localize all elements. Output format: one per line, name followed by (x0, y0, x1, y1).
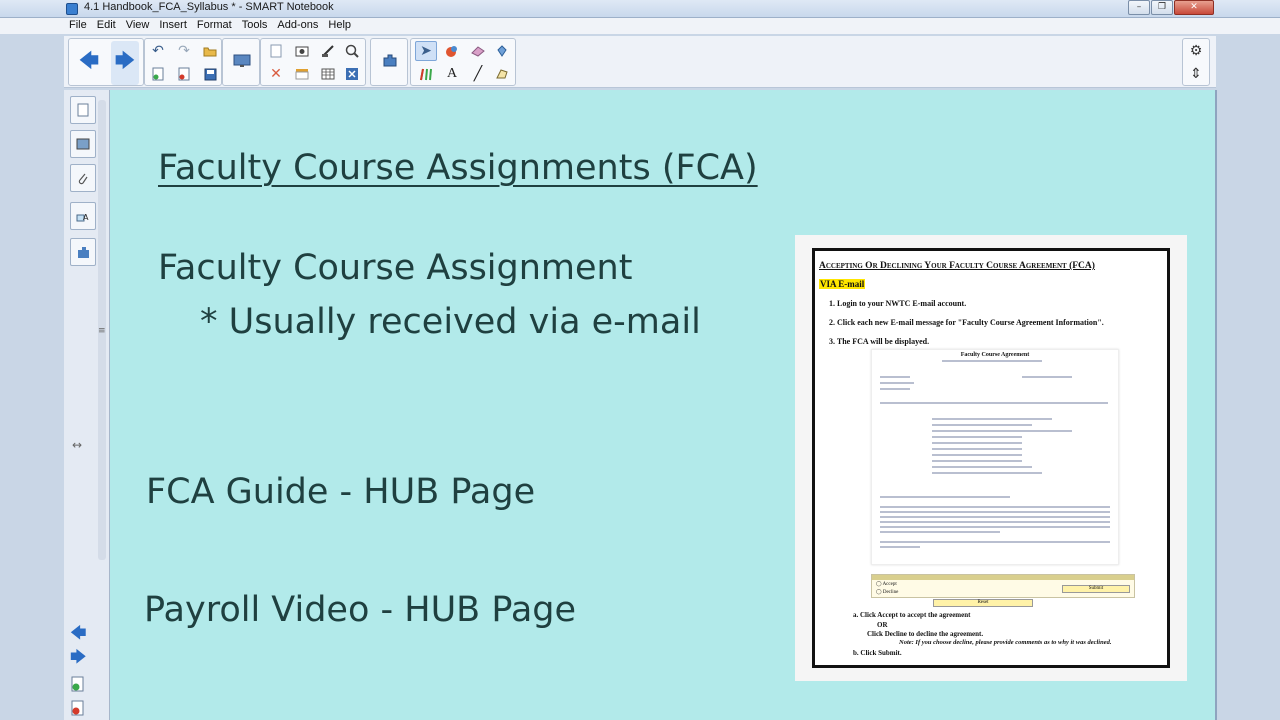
doc-fca-screenshot: Faculty Course Agreement (871, 349, 1119, 565)
slide-text-payroll-video[interactable]: Payroll Video - HUB Page (144, 590, 576, 630)
creative-pen-icon[interactable] (415, 64, 437, 84)
delete-page-icon[interactable] (173, 64, 195, 84)
resize-handle-icon[interactable]: ↔ (72, 438, 82, 452)
menu-tools[interactable]: Tools (242, 18, 268, 34)
previous-page-icon[interactable]: 🡄 (70, 622, 87, 649)
minimize-button[interactable]: – (1128, 0, 1150, 15)
addons-group (370, 38, 408, 86)
svg-text:A: A (83, 213, 89, 222)
doc-submit-button: Submit (1062, 585, 1130, 593)
add-page-small-icon[interactable] (71, 676, 85, 696)
pen-icon[interactable] (441, 41, 463, 61)
window-controls: – ❐ ✕ (1127, 0, 1214, 15)
next-page-icon[interactable]: 🡆 (70, 646, 87, 673)
line-icon[interactable]: ╱ (467, 64, 489, 84)
open-folder-icon[interactable] (199, 41, 221, 61)
settings-icon[interactable]: ⚙ (1185, 41, 1207, 61)
page-sorter-tab[interactable] (70, 96, 96, 124)
fill-icon[interactable] (491, 41, 513, 61)
close-box-icon[interactable] (341, 64, 363, 84)
edit-group: ↶ ↷ (144, 38, 222, 86)
table-icon[interactable] (317, 64, 339, 84)
doc-accept-option: ◯ Accept (876, 582, 897, 587)
notebook-page-canvas[interactable]: Faculty Course Assignments (FCA) Faculty… (110, 90, 1215, 720)
capture-icon[interactable] (291, 41, 313, 61)
doc-reset-button: Reset (933, 599, 1033, 607)
doc-decline-option: ◯ Decline (876, 590, 899, 595)
smart-notebook-icon (66, 3, 78, 15)
save-icon[interactable] (199, 64, 221, 84)
menu-addons[interactable]: Add-ons (277, 18, 318, 34)
menu-view[interactable]: View (126, 18, 150, 34)
properties-tab[interactable]: A (70, 202, 96, 230)
doc-note: Note: If you choose decline, please prov… (899, 639, 1112, 646)
select-icon[interactable]: ➤ (415, 41, 437, 61)
page-tools-group: ✕ (260, 38, 366, 86)
doc-step-a2: Click Decline to decline the agreement. (867, 630, 984, 638)
eraser-icon[interactable] (467, 41, 489, 61)
navigation-group: 🡄 🡆 (68, 38, 144, 86)
doc-form-box: ◯ Accept ◯ Decline Submit (871, 574, 1135, 598)
menu-edit[interactable]: Edit (97, 18, 116, 34)
screen-shade-icon[interactable] (317, 41, 339, 61)
undo-icon[interactable]: ↶ (147, 41, 169, 61)
add-page-icon[interactable] (265, 41, 287, 61)
text-icon[interactable]: A (441, 64, 463, 84)
slide-heading[interactable]: Faculty Course Assignments (FCA) (158, 148, 758, 188)
redo-icon[interactable]: ↷ (173, 41, 195, 61)
forward-arrow-icon[interactable]: 🡆 (111, 41, 139, 85)
back-arrow-icon[interactable]: 🡄 (75, 41, 103, 85)
embedded-document-image[interactable]: Accepting Or Declining Your Faculty Cour… (795, 235, 1187, 681)
screen-shade-icon-2[interactable] (291, 64, 313, 84)
doc-via-email: VIA E-mail (819, 279, 866, 289)
toolbar-options-group: ⚙ ⇕ (1182, 38, 1210, 86)
screen-display-icon[interactable] (231, 51, 253, 71)
add-ons-tab[interactable] (70, 238, 96, 266)
attachments-tab[interactable] (70, 164, 96, 192)
vertical-scrollbar[interactable] (1215, 90, 1217, 720)
maximize-button[interactable]: ❐ (1151, 0, 1173, 15)
menu-bar: File Edit View Insert Format Tools Add-o… (0, 18, 1280, 34)
doc-step-b: b. Click Submit. (853, 649, 902, 657)
main-toolbar: 🡄 🡆 ↶ ↷ ✕ ➤ A ╱ ⚙ ⇕ (64, 36, 1216, 88)
menu-file[interactable]: File (69, 18, 87, 34)
doc-step-2: 2. Click each new E-mail message for "Fa… (829, 318, 1104, 327)
document-page: Accepting Or Declining Your Faculty Cour… (812, 248, 1170, 668)
display-group (222, 38, 260, 86)
title-bar: 4.1 Handbook_FCA_Syllabus * - SMART Note… (0, 0, 1280, 18)
shape-icon[interactable] (491, 64, 513, 84)
slide-text-faculty-course-assignment[interactable]: Faculty Course Assignment (158, 248, 632, 288)
slide-text-received-via-email[interactable]: * Usually received via e-mail (200, 302, 701, 342)
doc-step-3: 3. The FCA will be displayed. (829, 337, 930, 346)
zoom-icon[interactable] (341, 41, 363, 61)
menu-insert[interactable]: Insert (159, 18, 187, 34)
new-page-icon[interactable] (147, 64, 169, 84)
slide-text-fca-guide[interactable]: FCA Guide - HUB Page (146, 472, 535, 512)
canvas-right-edge (1215, 90, 1280, 720)
doc-title: Accepting Or Declining Your Faculty Cour… (819, 261, 1095, 271)
menu-help[interactable]: Help (328, 18, 351, 34)
delete-page-small-icon[interactable] (71, 700, 85, 720)
delete-icon[interactable]: ✕ (265, 64, 287, 84)
doc-or: OR (877, 621, 888, 629)
move-toolbar-icon[interactable]: ⇕ (1185, 64, 1207, 84)
add-ons-icon[interactable] (379, 51, 401, 71)
sidebar-grip[interactable]: ≡ (98, 326, 106, 336)
gallery-tab[interactable] (70, 130, 96, 158)
doc-step-a: a. Click Accept to accept the agreement (853, 611, 971, 619)
drawing-tools-group: ➤ A ╱ (410, 38, 516, 86)
close-button[interactable]: ✕ (1174, 0, 1214, 15)
menu-format[interactable]: Format (197, 18, 232, 34)
doc-inner-title: Faculty Course Agreement (960, 352, 1030, 358)
doc-step-1: 1. Login to your NWTC E-mail account. (829, 299, 967, 308)
window-title: 4.1 Handbook_FCA_Syllabus * - SMART Note… (84, 1, 334, 13)
